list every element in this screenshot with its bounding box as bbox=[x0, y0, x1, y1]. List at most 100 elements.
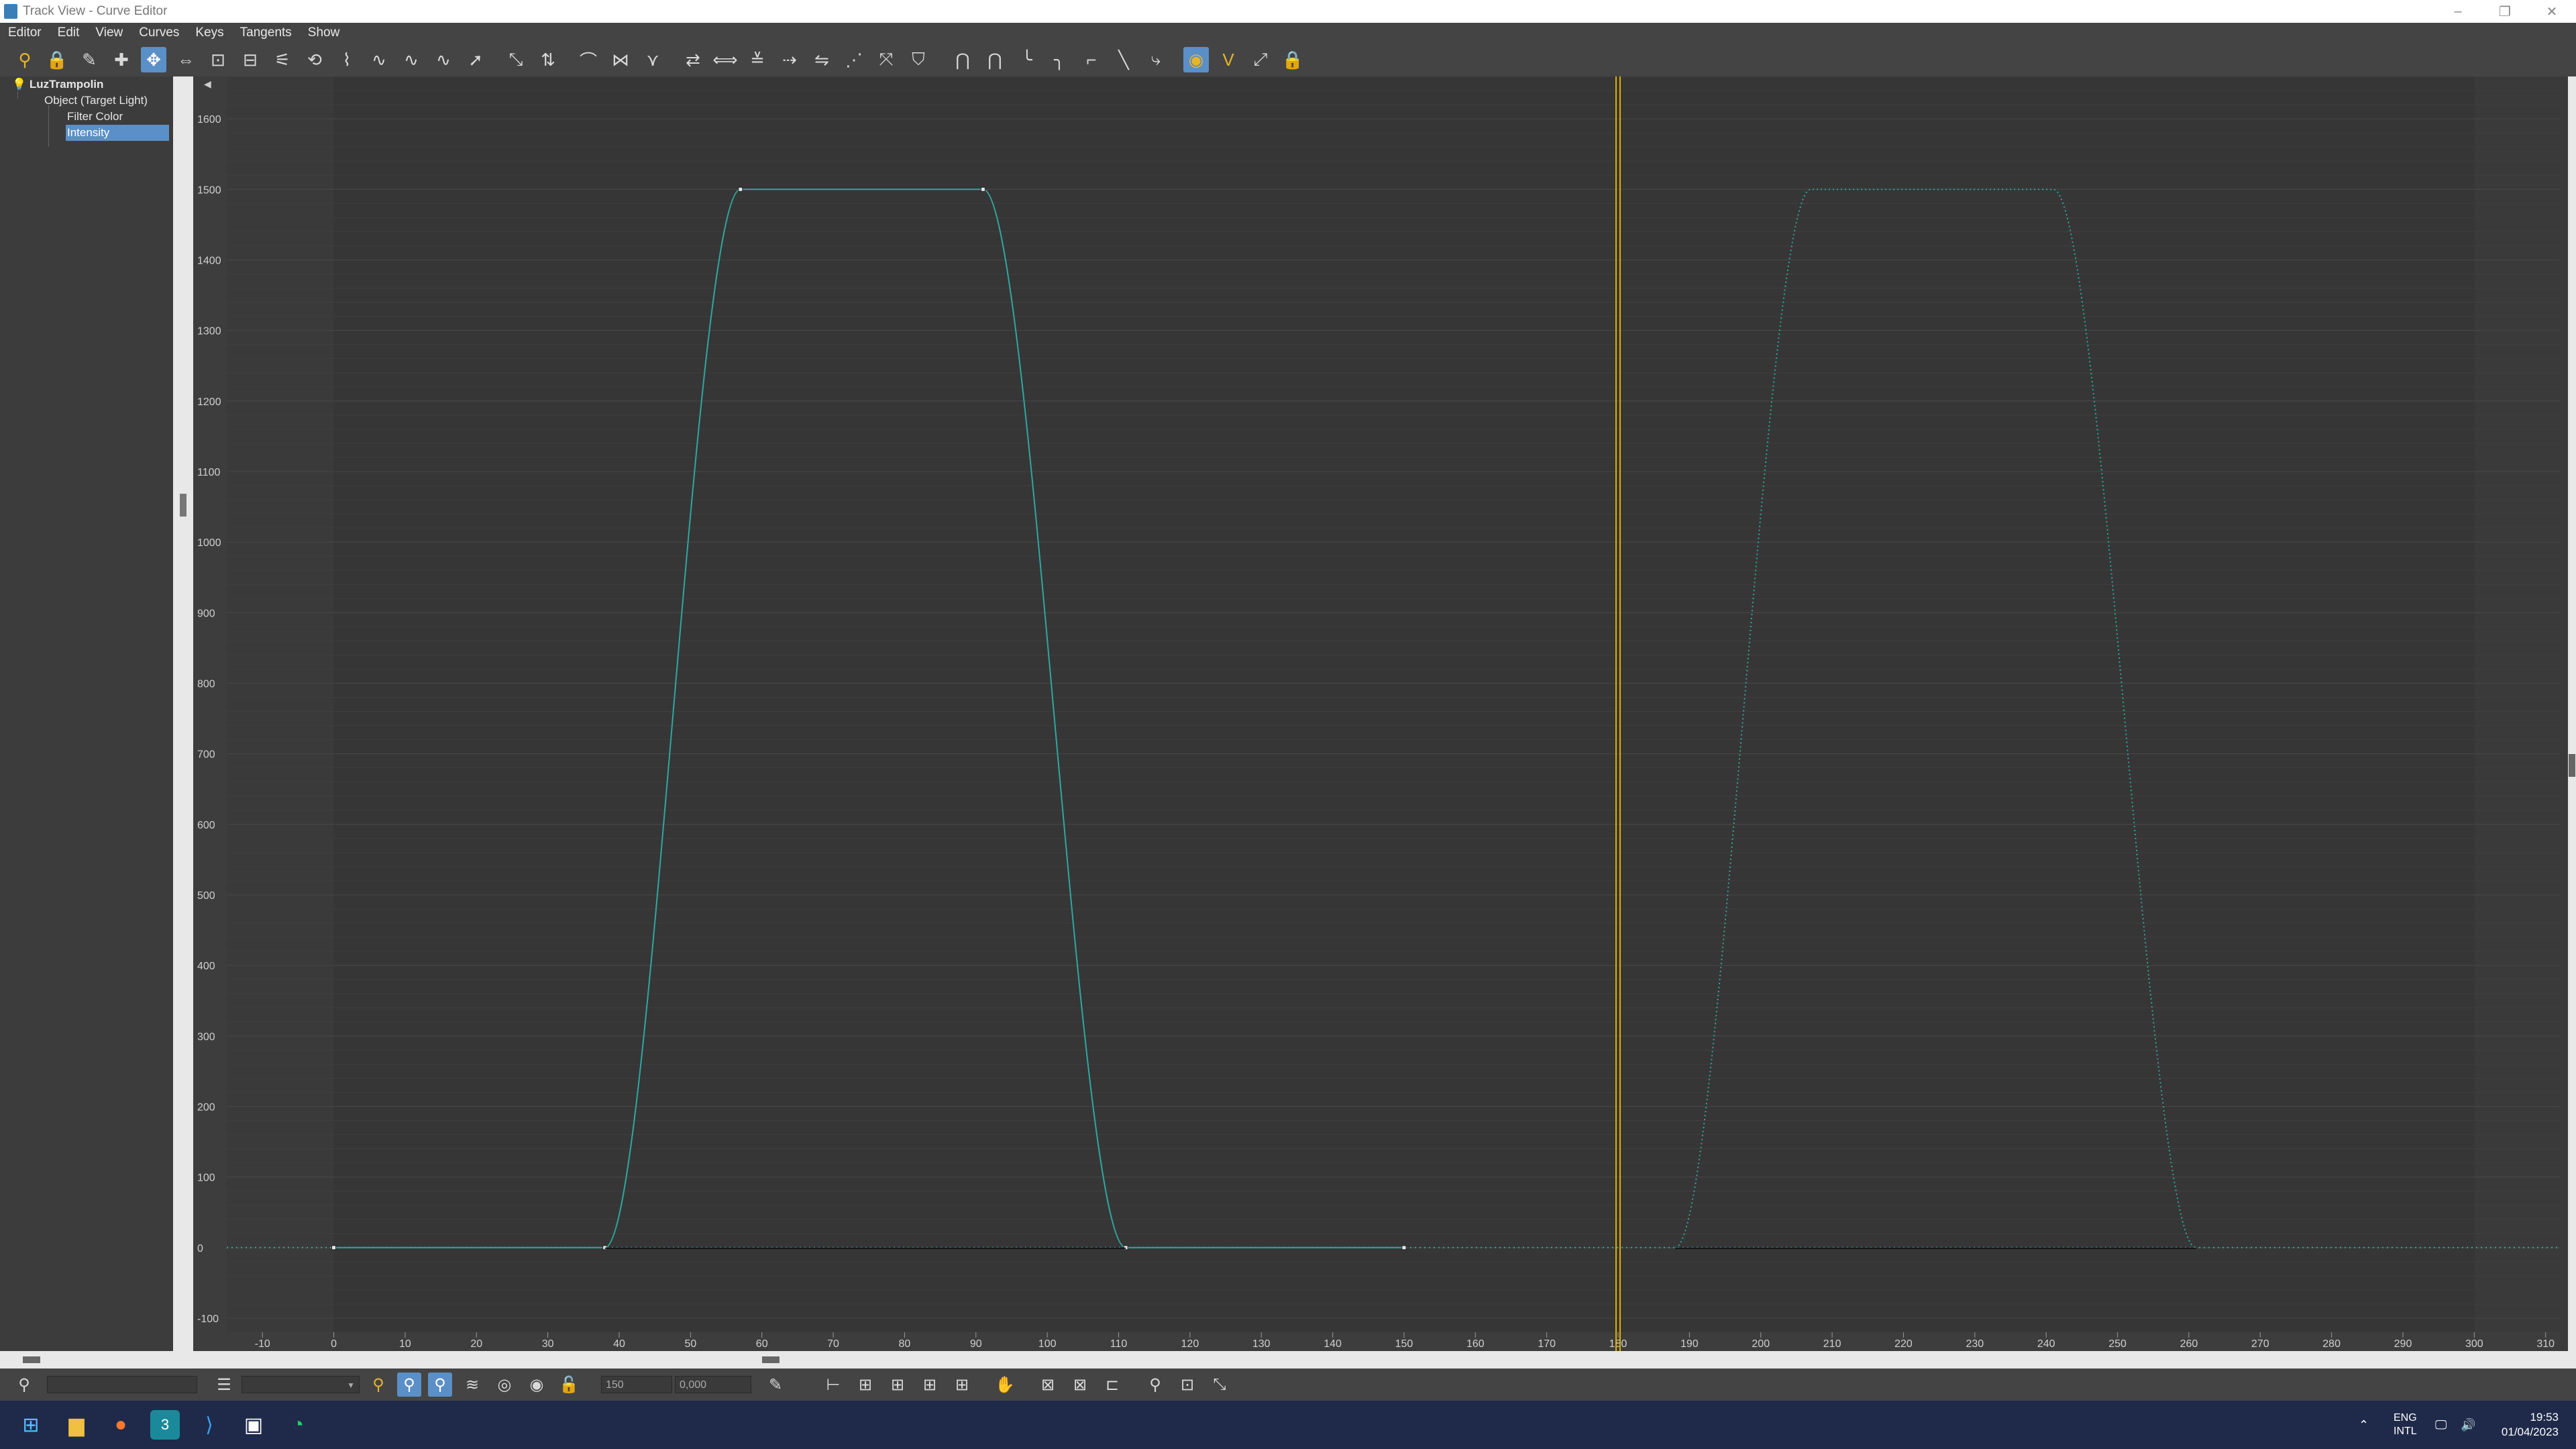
tree-item-filter-color[interactable]: Filter Color bbox=[67, 109, 123, 125]
volume-icon[interactable]: 🔊 bbox=[2461, 1401, 2475, 1449]
tangent-custom-icon[interactable]: ⋂ bbox=[982, 47, 1008, 72]
filter-icon[interactable]: ⚲ bbox=[12, 47, 38, 72]
zoom-time-icon[interactable]: ⊞ bbox=[918, 1373, 942, 1397]
pick-key-icon[interactable]: ✎ bbox=[763, 1373, 788, 1397]
tray-chevron-icon[interactable]: ⌃ bbox=[2359, 1401, 2369, 1449]
ease-curve-icon[interactable]: ∿ bbox=[366, 47, 392, 72]
show-filtered-icon[interactable]: ⚲ bbox=[428, 1373, 452, 1397]
language-indicator[interactable]: ENG INTL bbox=[2394, 1401, 2417, 1449]
show-keyable-icon[interactable]: ⇅ bbox=[535, 47, 561, 72]
zoom-region-icon[interactable]: ⊡ bbox=[1175, 1373, 1199, 1397]
restore-icon[interactable]: ❐ bbox=[2486, 0, 2524, 23]
tree-root[interactable]: 💡 LuzTrampolin bbox=[12, 76, 103, 93]
lock-handles-icon[interactable]: 🔒 bbox=[1280, 47, 1305, 72]
properties-icon[interactable]: ⛉ bbox=[906, 47, 931, 72]
menu-curves[interactable]: Curves bbox=[131, 25, 187, 40]
layers-icon[interactable]: ≋ bbox=[460, 1373, 484, 1397]
tangent-fast-icon[interactable]: ╰ bbox=[1014, 47, 1040, 72]
frame-horizontal-icon[interactable]: ⊠ bbox=[1036, 1373, 1060, 1397]
horizontal-scrollbar[interactable] bbox=[0, 1351, 2576, 1368]
mute-curve-icon[interactable]: ∿ bbox=[431, 47, 456, 72]
cycle-icon[interactable]: ≚ bbox=[745, 47, 770, 72]
tangent-auto-icon[interactable]: ⋂ bbox=[950, 47, 975, 72]
move-keys-icon[interactable]: ✥ bbox=[141, 47, 166, 72]
zoom-selected-object-icon[interactable]: ⚲ bbox=[12, 1373, 36, 1397]
show-tangents-icon[interactable]: ◉ bbox=[1183, 47, 1209, 72]
isolate-curve-icon[interactable]: ⤡ bbox=[1208, 1373, 1232, 1397]
add-keys-icon[interactable]: ✚ bbox=[109, 47, 134, 72]
graph-scroll-thumb[interactable] bbox=[762, 1356, 780, 1363]
normalize-icon[interactable]: ⤢ bbox=[1248, 47, 1273, 72]
region-tool-icon[interactable]: ⚟ bbox=[270, 47, 295, 72]
frame-extents-icon[interactable]: ⊏ bbox=[1100, 1373, 1124, 1397]
clock[interactable]: 19:53 01/04/2023 bbox=[2490, 1401, 2559, 1449]
select-icon[interactable]: ➚ bbox=[463, 47, 488, 72]
tangent-step-icon[interactable]: ⌐ bbox=[1079, 47, 1104, 72]
reduce-keys-icon[interactable]: ⌒ bbox=[576, 47, 601, 72]
tree-item-intensity[interactable]: Intensity bbox=[66, 125, 169, 141]
pan-hand-icon[interactable]: ✋ bbox=[993, 1373, 1017, 1397]
track-view-task-icon[interactable]: ▣ bbox=[239, 1410, 268, 1440]
track-name-field[interactable] bbox=[47, 1376, 197, 1393]
menu-view[interactable]: View bbox=[87, 25, 131, 40]
menu-edit[interactable]: Edit bbox=[50, 25, 88, 40]
mirror-keys-icon[interactable]: ⋈ bbox=[608, 47, 633, 72]
relative-repeat-icon[interactable]: ⤧ bbox=[873, 47, 899, 72]
visibility-icon[interactable]: ◉ bbox=[525, 1373, 549, 1397]
menu-tangents[interactable]: Tangents bbox=[232, 25, 300, 40]
filter-list-icon[interactable]: ☰ bbox=[212, 1373, 236, 1397]
tangent-smooth-icon[interactable]: ⤷ bbox=[1143, 47, 1169, 72]
isolate-icon[interactable]: ◎ bbox=[492, 1373, 517, 1397]
retime-all-icon[interactable]: ⌇ bbox=[334, 47, 360, 72]
tangent-slow-icon[interactable]: ╮ bbox=[1046, 47, 1072, 72]
value-field[interactable]: 0,000 bbox=[675, 1376, 751, 1393]
zoom-icon[interactable]: ⚲ bbox=[1143, 1373, 1167, 1397]
frame-values-icon[interactable]: ⊠ bbox=[1068, 1373, 1092, 1397]
break-tangents-icon[interactable]: ⋎ bbox=[640, 47, 665, 72]
tangent-linear-icon[interactable]: ╲ bbox=[1111, 47, 1136, 72]
lock-tangents-icon[interactable]: V bbox=[1216, 47, 1241, 72]
close-icon[interactable]: ✕ bbox=[2533, 0, 2571, 23]
menu-editor[interactable]: Editor bbox=[0, 25, 50, 40]
splitter-grip[interactable] bbox=[180, 494, 186, 517]
lock-selection-icon[interactable]: 🔒 bbox=[44, 47, 70, 72]
tree-scroll-thumb[interactable] bbox=[23, 1356, 40, 1363]
show-selected-icon[interactable]: ⚲ bbox=[366, 1373, 390, 1397]
scale-keys-icon[interactable]: ⊡ bbox=[205, 47, 231, 72]
selection-dropdown[interactable]: ▼ bbox=[241, 1376, 360, 1393]
lock-icon[interactable]: 🔓 bbox=[557, 1373, 581, 1397]
zoom-value-icon[interactable]: ⊞ bbox=[885, 1373, 910, 1397]
minimize-icon[interactable]: – bbox=[2439, 0, 2477, 23]
constant-range-icon[interactable]: ⟺ bbox=[712, 47, 738, 72]
curve-graph[interactable]: 1600 1500 1400 1300 1200 1100 1000 900 800 700 600… bbox=[193, 76, 2568, 1351]
vertical-scrollbar[interactable] bbox=[2568, 76, 2576, 1351]
slide-keys-icon[interactable]: ⇔ bbox=[173, 47, 199, 72]
menu-keys[interactable]: Keys bbox=[187, 25, 231, 40]
scale-values-icon[interactable]: ⊟ bbox=[237, 47, 263, 72]
ping-pong-icon[interactable]: ⇋ bbox=[809, 47, 835, 72]
retime-icon[interactable]: ⟲ bbox=[302, 47, 327, 72]
menu-show[interactable]: Show bbox=[300, 25, 348, 40]
vertical-scroll-thumb[interactable] bbox=[2569, 754, 2575, 777]
panel-splitter[interactable] bbox=[173, 76, 193, 1351]
frame-field[interactable]: 150 bbox=[601, 1376, 672, 1393]
vscode-icon[interactable]: ⟩ bbox=[195, 1410, 224, 1440]
tree-object[interactable]: Object (Target Light) bbox=[44, 93, 148, 109]
zoom-region-alt-icon[interactable]: ⊞ bbox=[950, 1373, 974, 1397]
curve-chart[interactable]: 1600150014001300120011001000900800700600… bbox=[193, 76, 2568, 1351]
whatsapp-icon[interactable]: ◔ bbox=[283, 1410, 313, 1440]
linear-icon[interactable]: ⋰ bbox=[841, 47, 867, 72]
zoom-horizontal-icon[interactable]: ⊢ bbox=[821, 1373, 845, 1397]
snap-frames-icon[interactable]: ⤡ bbox=[503, 47, 529, 72]
3dsmax-icon[interactable]: 3 bbox=[150, 1410, 180, 1440]
zoom-extents-icon[interactable]: ⊞ bbox=[853, 1373, 877, 1397]
network-icon[interactable]: 🖵 bbox=[2435, 1401, 2447, 1449]
parameter-out-of-range-icon[interactable]: ⇄ bbox=[680, 47, 706, 72]
windows-start-icon[interactable]: ⊞ bbox=[16, 1410, 46, 1440]
draw-curves-icon[interactable]: ✎ bbox=[76, 47, 102, 72]
firefox-icon[interactable]: ● bbox=[106, 1410, 136, 1440]
show-all-icon[interactable]: ⚲ bbox=[397, 1373, 421, 1397]
loop-icon[interactable]: ⇢ bbox=[777, 47, 802, 72]
file-explorer-icon[interactable]: ▆ bbox=[62, 1410, 91, 1440]
multiplier-curve-icon[interactable]: ∿ bbox=[398, 47, 424, 72]
